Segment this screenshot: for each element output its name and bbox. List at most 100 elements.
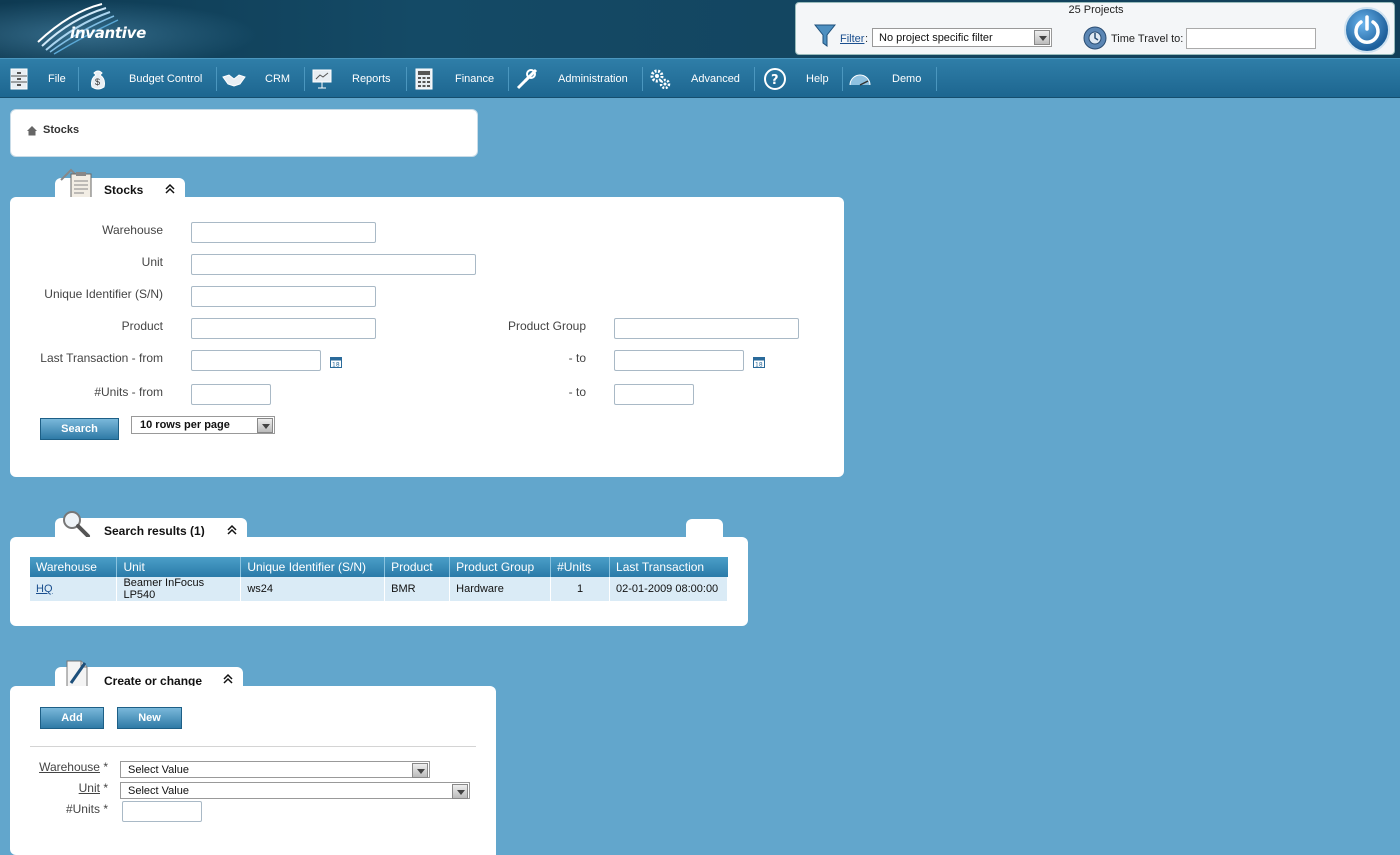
project-filter-select[interactable]: No project specific filter [872, 28, 1052, 47]
collapse-icon[interactable] [165, 183, 175, 195]
menu-demo[interactable]: Demo [844, 59, 936, 99]
project-filter-box: 25 Projects Filter : No project specific… [795, 2, 1395, 55]
app-header: invantive 25 Projects Filter : No projec… [0, 0, 1400, 58]
rows-per-page-value: 10 rows per page [140, 419, 230, 431]
required-mark: * [103, 760, 108, 774]
collapse-icon[interactable] [227, 524, 237, 536]
menu-separator [936, 67, 937, 91]
rows-per-page-select[interactable]: 10 rows per page [131, 416, 275, 434]
cell-product: BMR [384, 577, 451, 601]
chevron-down-icon[interactable] [412, 763, 428, 778]
menu-advanced[interactable]: Advanced [644, 59, 754, 99]
column-header-last-transaction[interactable]: Last Transaction [609, 557, 728, 577]
warehouse-select-value: Select Value [128, 764, 189, 776]
menu-budget-control[interactable]: $ Budget Control [80, 59, 216, 99]
units-from-input[interactable] [191, 384, 271, 405]
cell-unique-id: ws24 [240, 577, 386, 601]
unit-field-link[interactable]: Unit [79, 781, 100, 795]
chevron-down-icon[interactable] [257, 418, 273, 433]
search-button[interactable]: Search [40, 418, 119, 440]
svg-text:$: $ [95, 77, 100, 87]
add-button[interactable]: Add [40, 707, 104, 729]
cell-last-transaction: 02-01-2009 08:00:00 [609, 577, 728, 601]
units-to-input[interactable] [614, 384, 694, 405]
column-header-unique-id[interactable]: Unique Identifier (S/N) [240, 557, 386, 577]
unique-id-label: Unique Identifier (S/N) [44, 287, 163, 301]
column-header-product[interactable]: Product [384, 557, 451, 577]
svg-text:18: 18 [332, 362, 340, 369]
last-transaction-to-input[interactable] [614, 350, 744, 371]
collapse-icon[interactable] [223, 673, 233, 685]
units-input[interactable] [122, 801, 202, 822]
calculator-icon [415, 68, 433, 90]
column-header-unit[interactable]: Unit [116, 557, 242, 577]
last-transaction-to-label: - to [568, 351, 586, 365]
calendar-icon[interactable]: 18 [753, 356, 765, 368]
menu-crm[interactable]: CRM [218, 59, 304, 99]
product-input[interactable] [191, 318, 376, 339]
home-icon[interactable] [26, 125, 38, 136]
unit-input[interactable] [191, 254, 476, 275]
product-group-label: Product Group [507, 319, 586, 333]
cell-unit: Beamer InFocus LP540 [116, 577, 242, 601]
cell-units: 1 [550, 577, 611, 601]
cell-warehouse: HQ [30, 577, 118, 601]
warehouse-select[interactable]: Select Value [120, 761, 430, 778]
warehouse-field-link[interactable]: Warehouse [39, 760, 100, 774]
main-menu-bar: File $ Budget Control CRM Reports Financ… [0, 58, 1400, 98]
power-logout-button[interactable] [1344, 7, 1390, 53]
magnifier-icon [63, 511, 90, 538]
new-button[interactable]: New [117, 707, 182, 729]
chevron-down-icon[interactable] [1034, 30, 1050, 45]
menu-help[interactable]: ? Help [756, 59, 842, 99]
menu-reports[interactable]: Reports [306, 59, 406, 99]
cabinet-icon [10, 68, 28, 90]
unit-required-label: Unit * [20, 781, 108, 795]
logo-text: invantive [70, 24, 146, 42]
product-group-input[interactable] [614, 318, 799, 339]
required-mark: * [103, 781, 108, 795]
menu-separator [508, 67, 509, 91]
stocks-clipboard-icon [60, 168, 92, 199]
results-table: Warehouse Unit Unique Identifier (S/N) P… [30, 557, 728, 601]
money-bag-icon: $ [91, 70, 105, 90]
warehouse-required-label: Warehouse * [20, 760, 108, 774]
menu-separator [842, 67, 843, 91]
last-transaction-from-input[interactable] [191, 350, 321, 371]
time-travel-input[interactable] [1186, 28, 1316, 49]
unit-select[interactable]: Select Value [120, 782, 470, 799]
menu-separator [304, 67, 305, 91]
units-to-label: - to [568, 385, 586, 399]
speedometer-icon [849, 74, 871, 86]
column-header-warehouse[interactable]: Warehouse [30, 557, 118, 577]
menu-administration[interactable]: Administration [510, 59, 642, 99]
document-edit-icon [66, 660, 88, 688]
column-header-units[interactable]: #Units [550, 557, 611, 577]
warehouse-input[interactable] [191, 222, 376, 243]
filter-colon: : [865, 33, 869, 45]
projects-count: 25 Projects [1068, 4, 1124, 16]
last-transaction-from-label: Last Transaction - from [40, 351, 163, 365]
menu-separator [642, 67, 643, 91]
project-filter-value: No project specific filter [879, 32, 993, 44]
menu-finance[interactable]: Finance [408, 59, 508, 99]
chevron-down-icon[interactable] [452, 784, 468, 799]
table-row[interactable]: HQ Beamer InFocus LP540 ws24 BMR Hardwar… [30, 577, 728, 601]
unit-select-value: Select Value [128, 785, 189, 797]
column-header-product-group[interactable]: Product Group [449, 557, 552, 577]
power-icon [1354, 15, 1380, 44]
results-side-tab[interactable] [686, 519, 723, 539]
breadcrumb-current: Stocks [43, 124, 80, 136]
filter-link[interactable]: Filter [840, 33, 864, 45]
presentation-icon [312, 69, 332, 89]
time-travel-label: Time Travel to: [1111, 33, 1184, 45]
results-panel-title: Search results (1) [104, 524, 205, 538]
menu-separator [78, 67, 79, 91]
menu-separator [216, 67, 217, 91]
warehouse-link[interactable]: HQ [36, 583, 53, 595]
breadcrumb: Stocks [10, 109, 478, 157]
menu-file[interactable]: File [0, 59, 78, 99]
svg-text:18: 18 [755, 362, 763, 369]
unique-id-input[interactable] [191, 286, 376, 307]
calendar-icon[interactable]: 18 [330, 356, 342, 368]
